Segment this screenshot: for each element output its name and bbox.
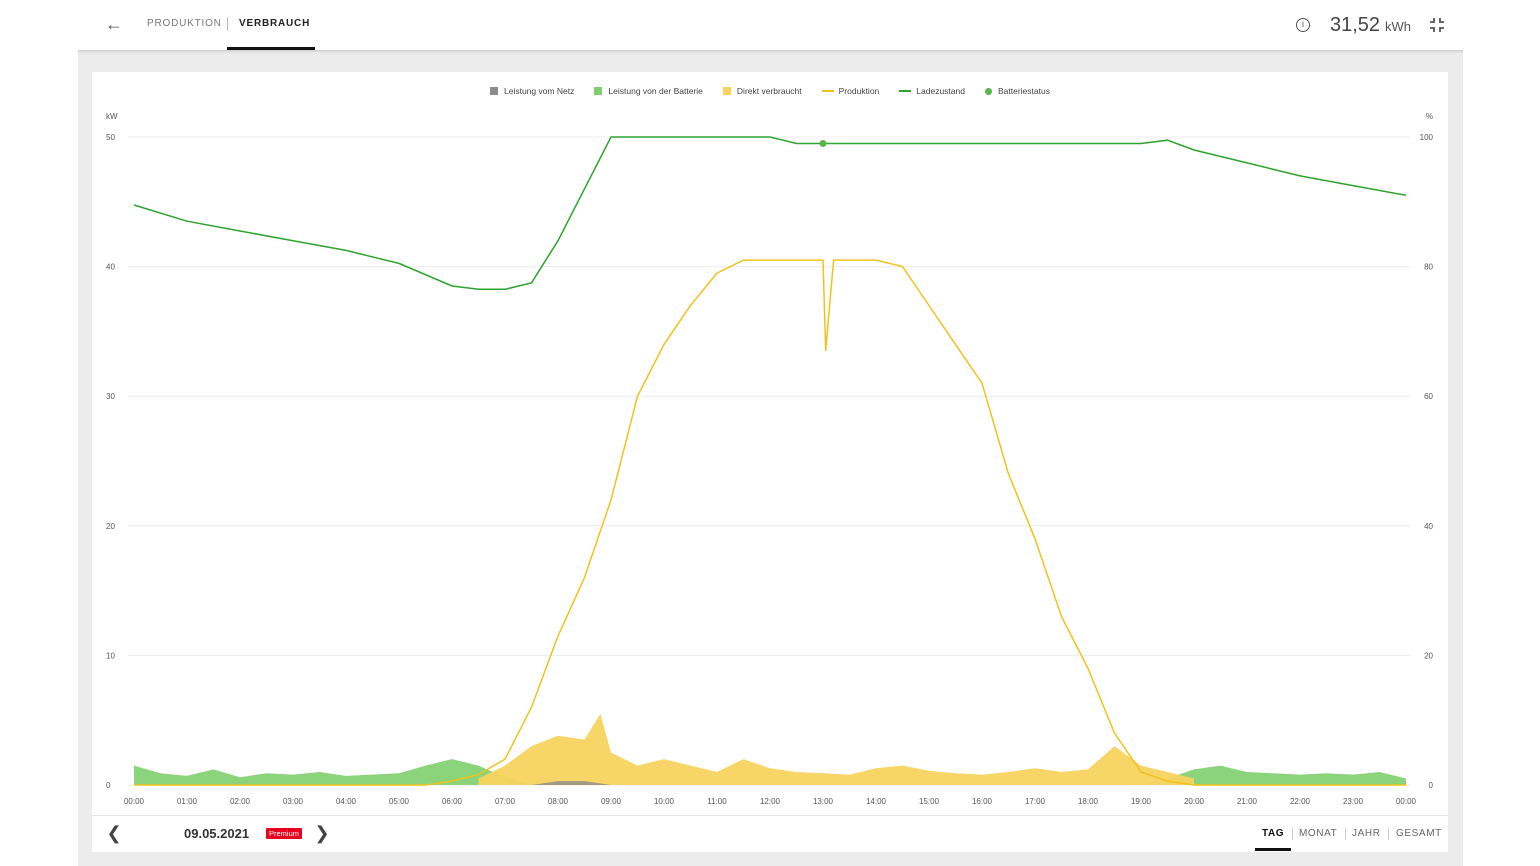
info-icon[interactable]: i: [1296, 18, 1310, 32]
battery-status-point: [819, 139, 827, 147]
y-right-tick-label: 20: [1424, 651, 1433, 660]
legend-label-ladezustand: Ladezustand: [916, 86, 965, 96]
legend-item-direkt[interactable]: Direkt verbraucht: [722, 86, 802, 96]
premium-badge: Premium: [266, 828, 303, 839]
x-tick-label: 18:00: [1078, 797, 1099, 806]
y-left-tick-label: 40: [106, 263, 115, 272]
active-period-indicator: [1255, 848, 1291, 851]
x-tick-label: 21:00: [1237, 797, 1258, 806]
y-right-tick-label: 0: [1429, 781, 1434, 790]
total-energy-value: 31,52: [1330, 14, 1381, 36]
production-line: [134, 259, 1406, 786]
y-right-tick-label: 80: [1424, 263, 1433, 272]
chart-legend: Leistung vom Netz Leistung von der Batte…: [490, 86, 1070, 96]
total-energy-unit: kWh: [1385, 19, 1411, 34]
x-tick-label: 10:00: [654, 797, 675, 806]
y-right-tick-label: 40: [1424, 522, 1433, 531]
x-tick-label: 00:00: [1396, 797, 1417, 806]
y-left-tick-label: 0: [106, 781, 111, 790]
period-tab-jahr[interactable]: JAHR: [1352, 828, 1381, 839]
period-divider: [1292, 828, 1293, 840]
x-tick-label: 19:00: [1131, 797, 1152, 806]
y-left-tick-label: 50: [106, 133, 115, 142]
legend-item-produktion[interactable]: Produktion: [821, 86, 880, 96]
legend-swatch-direkt: [722, 87, 731, 95]
period-tab-tag[interactable]: TAG: [1262, 828, 1284, 839]
x-tick-label: 12:00: [760, 797, 781, 806]
x-tick-label: 06:00: [442, 797, 463, 806]
x-tick-label: 16:00: [972, 797, 993, 806]
tab-divider: [227, 17, 228, 31]
x-tick-label: 07:00: [495, 797, 516, 806]
legend-swatch-ladezustand: [899, 90, 912, 92]
x-tick-label: 22:00: [1290, 797, 1311, 806]
x-tick-label: 20:00: [1184, 797, 1205, 806]
legend-label-produktion: Produktion: [838, 86, 880, 96]
y-left-tick-label: 10: [106, 651, 115, 660]
x-tick-label: 04:00: [336, 797, 357, 806]
legend-label-netz: Leistung vom Netz: [504, 86, 575, 96]
legend-item-batteriestatus[interactable]: Batteriestatus: [984, 86, 1050, 96]
legend-swatch-batteriestatus: [984, 87, 992, 95]
x-tick-label: 11:00: [707, 797, 727, 806]
x-tick-label: 09:00: [601, 797, 622, 806]
tab-verbrauch[interactable]: VERBRAUCH: [239, 18, 310, 29]
x-tick-label: 23:00: [1343, 797, 1364, 806]
legend-label-batteriestatus: Batteriestatus: [997, 86, 1050, 96]
tab-produktion[interactable]: PRODUKTION: [147, 18, 222, 29]
x-tick-label: 02:00: [230, 797, 251, 806]
legend-label-batterie: Leistung von der Batterie: [608, 86, 703, 96]
y-right-tick-label: 60: [1424, 392, 1433, 401]
x-tick-label: 13:00: [813, 797, 834, 806]
legend-swatch-batterie: [594, 87, 603, 95]
period-divider: [1345, 828, 1346, 840]
legend-item-ladezustand[interactable]: Ladezustand: [899, 86, 965, 96]
x-tick-label: 01:00: [177, 797, 198, 806]
x-tick-label: 08:00: [548, 797, 569, 806]
back-arrow-icon[interactable]: ←: [104, 14, 124, 34]
energy-chart: 0 10 20 30 40 50 0 20 40 60 80 100 kW % 00:00 01:00 02:0…: [106, 112, 1434, 806]
legend-label-direkt: Direkt verbraucht: [736, 86, 802, 96]
x-tick-label: 14:00: [866, 797, 887, 806]
period-tab-monat[interactable]: MONAT: [1299, 828, 1337, 839]
y-right-tick-label: 100: [1420, 133, 1434, 142]
next-day-chevron-right-icon[interactable]: ❯: [314, 823, 330, 844]
legend-swatch-produktion: [821, 90, 834, 92]
y-left-unit-label: kW: [106, 112, 118, 121]
top-bar: ← PRODUKTION VERBRAUCH i 31,52 kWh: [0, 0, 1540, 50]
legend-swatch-netz: [490, 87, 498, 95]
x-tick-label: 17:00: [1025, 797, 1046, 806]
x-tick-label: 15:00: [919, 797, 940, 806]
collapse-icon[interactable]: [1428, 16, 1446, 34]
y-left-tick-label: 30: [106, 392, 115, 401]
period-divider: [1388, 828, 1389, 840]
y-left-tick-label: 20: [106, 522, 115, 531]
direct-consumption-area: [478, 713, 1194, 785]
y-right-unit-label: %: [1426, 112, 1433, 121]
previous-day-chevron-left-icon[interactable]: ❮: [106, 823, 122, 844]
x-tick-label: 05:00: [389, 797, 410, 806]
legend-item-netz[interactable]: Leistung vom Netz: [490, 86, 574, 96]
x-tick-label: 00:00: [124, 797, 145, 806]
date-picker[interactable]: 09.05.2021: [184, 826, 249, 841]
period-tab-gesamt[interactable]: GESAMT: [1396, 828, 1442, 839]
footer-divider: [92, 815, 1448, 816]
legend-item-batterie[interactable]: Leistung von der Batterie: [594, 86, 703, 96]
x-tick-label: 03:00: [283, 797, 304, 806]
